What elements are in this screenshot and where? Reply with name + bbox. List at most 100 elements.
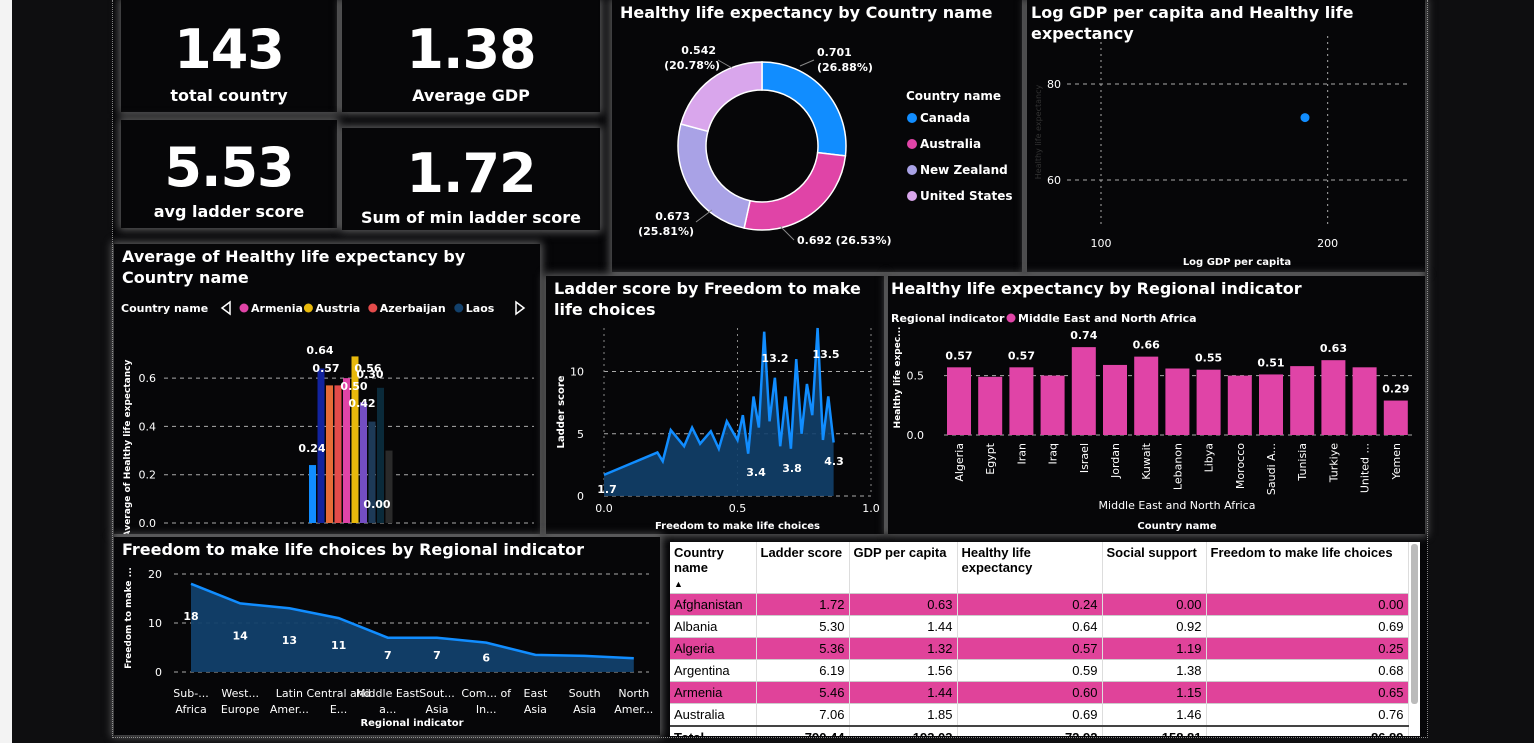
x-tick-label: Middle East [356, 687, 420, 700]
bar [1103, 364, 1127, 435]
bar [1165, 368, 1190, 435]
legend-item: Azerbaijan [380, 302, 446, 315]
table-row[interactable]: Armenia 5.46 1.44 0.60 1.15 0.65 [670, 681, 1409, 704]
leader-line [717, 59, 733, 69]
donut-data-label: 0.692 (26.53%) [797, 234, 892, 247]
legend-item: Armenia [251, 302, 303, 315]
kpi-value: 143 [174, 18, 285, 81]
x-tick-label: Asia [425, 703, 448, 716]
kpi-value: 5.53 [164, 136, 294, 199]
column-header-country[interactable]: Country name ▲ [670, 542, 757, 594]
left-margin [0, 0, 12, 743]
kpi-average-gdp[interactable]: 1.38 Average GDP [342, 0, 600, 112]
table-cell: 0.60 [957, 681, 1103, 704]
table-cell: Australia [670, 703, 757, 726]
data-label: 13.2 [761, 352, 788, 365]
column-header-ladder[interactable]: Ladder score [756, 542, 850, 594]
leader-line [695, 209, 713, 223]
table-row[interactable]: Albania 5.30 1.44 0.64 0.92 0.69 [670, 615, 1409, 638]
x-axis-title: Freedom to make life choices [655, 521, 820, 532]
y-tick-label: 10 [570, 366, 584, 379]
bar [309, 465, 316, 523]
kpi-total-country[interactable]: 143 total country [121, 0, 337, 112]
kpi-label: total country [170, 86, 288, 105]
freedom-region-chart-visual[interactable]: Freedom to make life choices by Regional… [114, 537, 660, 735]
data-label: 0.50 [340, 380, 367, 393]
x-tick-label: 0.5 [729, 502, 747, 515]
hle-region-chart-visual[interactable]: Healthy life expectancy by Regional indi… [888, 276, 1425, 534]
x-tick-label: Sout... [419, 687, 455, 700]
scatter-chart-visual[interactable]: Log GDP per capita and Healthy life expe… [1027, 0, 1425, 272]
kpi-avg-ladder-score[interactable]: 5.53 avg ladder score [121, 120, 337, 228]
x-tick-label: Amer... [614, 703, 653, 716]
legend-next-icon [515, 300, 526, 316]
y-tick-label: 60 [1047, 174, 1061, 187]
avg-hle-chart-visual[interactable]: Average of Healthy life expectancy by Co… [114, 244, 540, 534]
donut-chart-visual[interactable]: Healthy life expectancy by Country name … [612, 0, 1022, 272]
table-row[interactable]: Afghanistan 1.72 0.63 0.24 0.00 0.00 [670, 593, 1409, 616]
donut-data-label: 0.542 [681, 44, 716, 57]
column-header-gdp[interactable]: GDP per capita [849, 542, 958, 594]
y-axis-title: Average of Healthy life expectancy [123, 360, 133, 534]
data-label: 7 [384, 649, 392, 662]
donut-slice [743, 151, 847, 231]
table-cell: 7.06 [756, 703, 850, 726]
y-tick-label: 0.2 [139, 469, 157, 482]
data-label: 13.5 [812, 348, 839, 361]
hle-region-bar-chart: Regional indicator Middle East and North … [891, 312, 1413, 532]
donut-slice [680, 61, 763, 133]
donut-slice [761, 61, 847, 157]
kpi-value: 1.38 [406, 18, 536, 81]
x-tick-label: 1.0 [862, 502, 880, 515]
table-cell: 1.19 [1102, 637, 1207, 660]
data-label: 0.64 [306, 344, 333, 357]
data-label: 0.56 [354, 362, 381, 375]
data-label: 3.8 [782, 462, 802, 475]
data-label: 0.57 [1008, 349, 1035, 362]
data-label: 6 [482, 651, 490, 664]
country-table[interactable]: Country name ▲ Ladder score GDP per capit… [670, 542, 1420, 736]
table-scrollbar[interactable] [1411, 544, 1418, 704]
data-label: 0.42 [348, 397, 375, 410]
data-label: 0.00 [363, 498, 390, 511]
table-cell: 0.69 [957, 703, 1103, 726]
column-header-freedom[interactable]: Freedom to make life choices [1206, 542, 1409, 594]
column-header-social[interactable]: Social support [1102, 542, 1207, 594]
table-row[interactable]: Argentina 6.19 1.56 0.59 1.38 0.68 [670, 659, 1409, 682]
column-header-hle[interactable]: Healthy life expectancy [957, 542, 1103, 594]
table-cell: 1.44 [849, 681, 958, 704]
table-cell: 1.44 [849, 615, 958, 638]
legend-item: Canada [920, 111, 970, 125]
x-tick-label: Amer... [270, 703, 309, 716]
ladder-freedom-chart-visual[interactable]: Ladder score by Freedom to make life cho… [546, 276, 884, 534]
x-tick-label: Israel [1078, 443, 1091, 473]
y-tick-label: 0 [577, 490, 584, 503]
x-tick-label: E... [330, 703, 347, 716]
x-tick-label: In... [476, 703, 497, 716]
x-tick-label: Iraq [1047, 443, 1060, 465]
x-tick-label: Turkiye [1327, 443, 1340, 483]
kpi-label: avg ladder score [153, 202, 305, 221]
kpi-sum-min-ladder[interactable]: 1.72 Sum of min ladder score [342, 128, 600, 230]
sort-ascending-icon[interactable]: ▲ [674, 579, 683, 589]
table-row[interactable]: Algeria 5.36 1.32 0.57 1.19 0.25 [670, 637, 1409, 660]
x-tick-label: Morocco [1234, 443, 1247, 489]
total-cell: 158.81 [1102, 725, 1207, 736]
data-label: 3.4 [746, 466, 766, 479]
kpi-value: 1.72 [406, 142, 536, 205]
table-cell: 1.56 [849, 659, 958, 682]
table-row[interactable]: Australia 7.06 1.85 0.69 1.46 0.76 [670, 703, 1409, 726]
x-tick-label: Sub-... [173, 687, 208, 700]
data-label: 14 [233, 629, 249, 642]
bar [1290, 366, 1315, 435]
total-cell: Total [670, 725, 757, 736]
x-tick-label: Africa [175, 703, 206, 716]
table-cell: 0.63 [849, 593, 958, 616]
y-tick-label: 80 [1047, 78, 1061, 91]
x-tick-label: Algeria [953, 443, 966, 482]
group-label: Middle East and North Africa [1099, 499, 1256, 512]
x-tick-label: Jordan [1109, 443, 1122, 479]
total-cell: 193.03 [849, 725, 958, 736]
y-tick-label: 0.0 [139, 517, 157, 530]
y-axis-title: Healthy life expec... [893, 327, 903, 429]
